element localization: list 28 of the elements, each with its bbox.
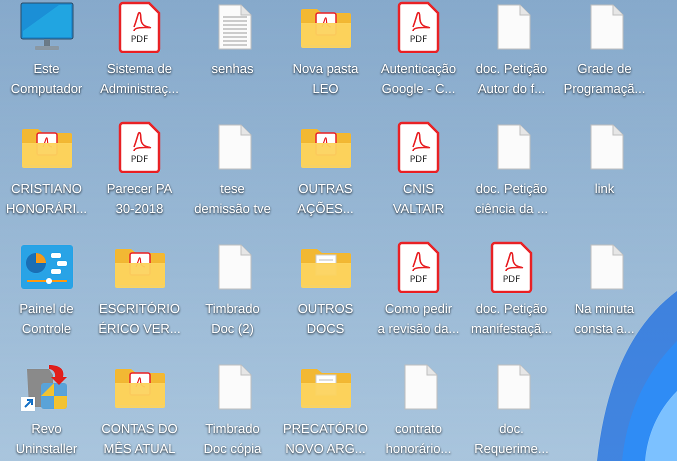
icon-label[interactable]: doc. Requerime... <box>474 419 549 459</box>
icon-label[interactable]: Sistema de Administraç... <box>100 59 179 99</box>
icon-label[interactable]: Grade de Programaçã... <box>564 59 646 99</box>
icon-label[interactable]: Na minuta consta a... <box>574 299 634 339</box>
icon-label[interactable]: doc. Petição manifestaçã... <box>471 299 552 339</box>
icon-label[interactable]: CONTAS DO MÊS ATUAL <box>101 419 178 459</box>
icon-label[interactable]: Nova pasta LEO <box>292 59 358 99</box>
icon-label[interactable]: contrato honorário... <box>386 419 452 459</box>
icon-label[interactable]: Revo Uninstaller <box>16 419 78 459</box>
icon-label[interactable]: tese demissão tve <box>194 179 271 219</box>
icon-label[interactable]: doc. Petição ciência da ... <box>475 179 548 219</box>
icon-label[interactable]: Painel de Controle <box>19 299 74 339</box>
icon-label[interactable]: Autenticação Google - C... <box>380 59 456 99</box>
icon-label[interactable]: link <box>594 179 614 199</box>
icon-label[interactable]: OUTROS DOCS <box>298 299 354 339</box>
icon-label[interactable]: Timbrado Doc (2) <box>205 299 260 339</box>
icon-label[interactable]: doc. Petição Autor do f... <box>476 59 548 99</box>
icon-label[interactable]: ESCRITÓRIO ÉRICO VER... <box>98 299 181 339</box>
icon-label[interactable]: OUTRAS AÇÕES... <box>297 179 354 219</box>
icon-label[interactable]: Timbrado Doc cópia <box>204 419 262 459</box>
monitor-icon <box>18 1 74 53</box>
icon-label[interactable]: CNIS VALTAIR <box>392 179 444 219</box>
icon-label[interactable]: PRECATÓRIO NOVO ARG... <box>283 419 368 459</box>
icon-label[interactable]: Parecer PA 30-2018 <box>106 179 172 219</box>
icon-label[interactable]: senhas <box>212 59 254 79</box>
icon-label[interactable]: Este Computador <box>10 59 82 99</box>
icon-label[interactable]: CRISTIANO HONORÁRI... <box>6 179 87 219</box>
icon-label[interactable]: Como pedir a revisão da... <box>378 299 460 339</box>
